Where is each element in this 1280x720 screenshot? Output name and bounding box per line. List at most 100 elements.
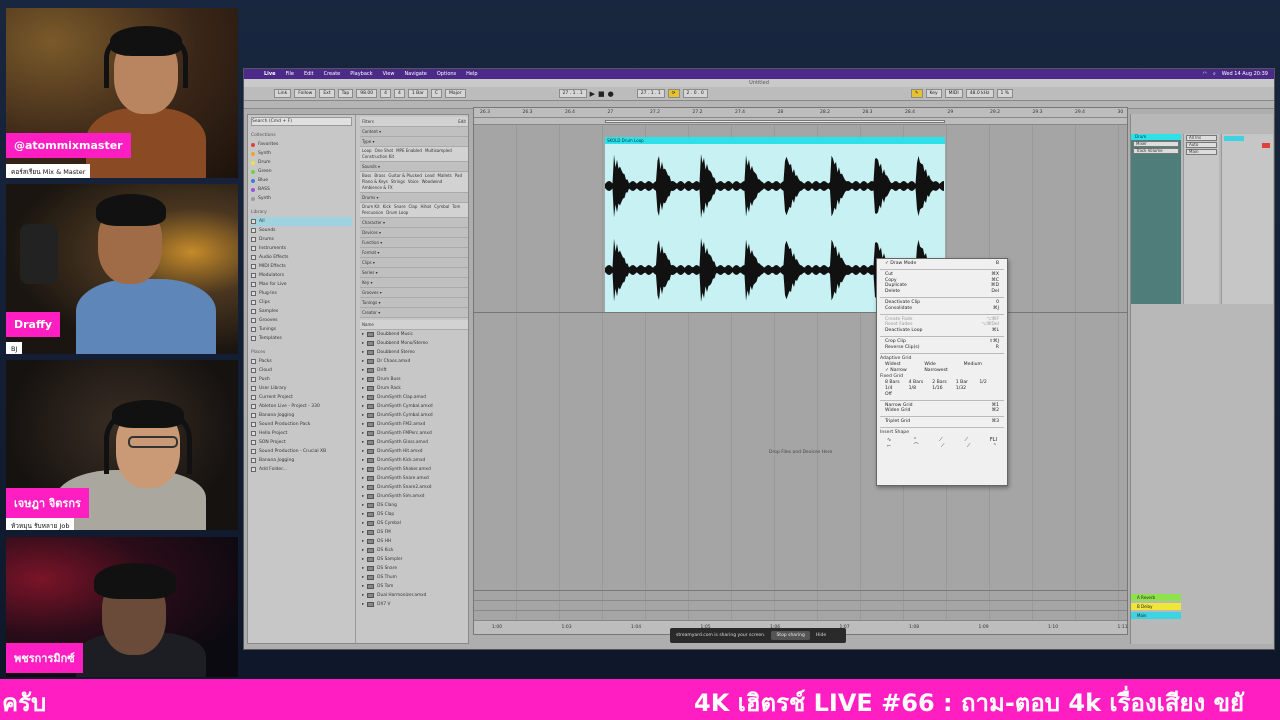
filter-tag[interactable]: Percussion (362, 210, 383, 216)
expand-arrow-icon[interactable]: ▸ (362, 420, 364, 429)
shape-icon[interactable]: ⌃ (913, 437, 917, 443)
wifi-icon[interactable]: ◠ (1203, 71, 1207, 77)
collection-item[interactable]: Green (251, 167, 352, 176)
grid-option[interactable]: Off (885, 392, 905, 398)
file-item[interactable]: ▸ DS Kick (360, 546, 468, 555)
return-track-header[interactable]: A Reverb (1131, 594, 1181, 601)
file-item[interactable]: ▸ DS Cymbal (360, 519, 468, 528)
menu-app[interactable]: Live (264, 71, 276, 77)
menu-item[interactable]: Deactivate Loop ⌘L (877, 328, 1007, 334)
filter-tag[interactable]: Drum Loop (386, 210, 408, 216)
expand-arrow-icon[interactable]: ▸ (362, 564, 364, 573)
places-item[interactable]: Packs (251, 357, 352, 366)
shape-icon[interactable]: ⟋ (964, 437, 968, 443)
library-item[interactable]: Tunings (251, 325, 352, 334)
filter-group-title[interactable]: Series ▾ (360, 268, 468, 278)
filter-tag[interactable]: Voice (408, 179, 419, 185)
file-item[interactable]: ▸ DrumSynth Cymbal.amxd (360, 402, 468, 411)
places-item[interactable]: Current Project (251, 393, 352, 402)
file-item[interactable]: ▸ Dr Chaos.amxd (360, 357, 468, 366)
stop-icon[interactable]: ■ (598, 90, 605, 98)
filter-group-title[interactable]: Tunings ▾ (360, 298, 468, 308)
expand-arrow-icon[interactable]: ▸ (362, 465, 364, 474)
file-item[interactable]: ▸ DS Thum (360, 573, 468, 582)
library-item[interactable]: Modulators (251, 271, 352, 280)
library-item[interactable]: Templates (251, 334, 352, 343)
clip-title[interactable]: SKOLD Drum Loop (605, 137, 945, 144)
places-item[interactable]: Ableton Live - Project - 330 (251, 402, 352, 411)
places-item[interactable]: Sound Production Pack (251, 420, 352, 429)
expand-arrow-icon[interactable]: ▸ (362, 330, 364, 339)
record-icon[interactable]: ● (608, 90, 614, 98)
menu-create[interactable]: Create (324, 71, 341, 77)
sends-indicator[interactable] (1224, 136, 1244, 141)
library-item[interactable]: Grooves (251, 316, 352, 325)
file-item[interactable]: ▸ DX7 V (360, 600, 468, 609)
menu-item[interactable]: Consolidate ⌘J (877, 306, 1007, 312)
filter-group-title[interactable]: Creator ▾ (360, 308, 468, 318)
expand-arrow-icon[interactable]: ▸ (362, 438, 364, 447)
expand-arrow-icon[interactable]: ▸ (362, 492, 364, 501)
file-item[interactable]: ▸ Dual Harmonizer.amxd (360, 591, 468, 600)
places-item[interactable]: Banana Jogging (251, 456, 352, 465)
menu-item[interactable]: Widen Grid ⌘2 (877, 408, 1007, 414)
menu-navigate[interactable]: Navigate (404, 71, 426, 77)
file-item[interactable]: ▸ DS HH (360, 537, 468, 546)
expand-arrow-icon[interactable]: ▸ (362, 591, 364, 600)
grid-option[interactable]: ✓ Narrow (885, 368, 920, 374)
edit-label[interactable]: Edit (458, 117, 466, 126)
shape-icon[interactable]: FLI (990, 437, 997, 443)
file-item[interactable]: ▸ DrumSynth Shaker.amxd (360, 465, 468, 474)
places-item[interactable]: Push (251, 375, 352, 384)
midi-map-button[interactable]: MIDI (944, 89, 963, 98)
expand-arrow-icon[interactable]: ▸ (362, 402, 364, 411)
file-item[interactable]: ▸ DrumSynth Clap.amxd (360, 393, 468, 402)
menu-item[interactable]: ✓ Draw Mode B (877, 261, 1007, 267)
file-item[interactable]: ▸ DrumSynth Kick.amxd (360, 456, 468, 465)
expand-arrow-icon[interactable]: ▸ (362, 600, 364, 609)
library-item[interactable]: Max for Live (251, 280, 352, 289)
file-item[interactable]: ▸ Doubbend Mono/Stereo (360, 339, 468, 348)
expand-arrow-icon[interactable]: ▸ (362, 546, 364, 555)
filter-group-title[interactable]: Type ▾ (360, 137, 468, 147)
library-item[interactable]: Plug-Ins (251, 289, 352, 298)
scale-root[interactable]: C (430, 89, 443, 98)
expand-arrow-icon[interactable]: ▸ (362, 573, 364, 582)
places-item[interactable]: Sound Production - Crucial XB (251, 447, 352, 456)
file-item[interactable]: ▸ Doubbend Music (360, 330, 468, 339)
loop-brace[interactable] (605, 120, 945, 123)
places-item[interactable]: Cloud (251, 366, 352, 375)
file-item[interactable]: ▸ DS Sampler (360, 555, 468, 564)
filter-group-title[interactable]: Grooves ▾ (360, 288, 468, 298)
filter-group-title[interactable]: Format ▾ (360, 248, 468, 258)
tempo-field[interactable]: 98.00 (356, 89, 378, 98)
filter-tag[interactable]: Tom (452, 204, 460, 210)
places-item[interactable]: Add Folder... (251, 465, 352, 474)
library-item[interactable]: Drums (251, 235, 352, 244)
ext-button[interactable]: Ext (319, 89, 335, 98)
file-item[interactable]: ▸ Drum Buss (360, 375, 468, 384)
automation-mode[interactable]: Mixer (1133, 141, 1179, 147)
expand-arrow-icon[interactable]: ▸ (362, 456, 364, 465)
filter-tag[interactable]: Clap (409, 204, 418, 210)
filter-group-title[interactable]: Function ▾ (360, 238, 468, 248)
library-item[interactable]: Sounds (251, 226, 352, 235)
shape-icon[interactable]: ⟋ (967, 443, 971, 449)
file-item[interactable]: ▸ DS Snare (360, 564, 468, 573)
filter-group-title[interactable]: Character ▾ (360, 218, 468, 228)
file-item[interactable]: ▸ DrumSynth Hit.amxd (360, 447, 468, 456)
expand-arrow-icon[interactable]: ▸ (362, 528, 364, 537)
expand-arrow-icon[interactable]: ▸ (362, 474, 364, 483)
name-column-header[interactable]: Name (360, 320, 468, 330)
shape-icon[interactable]: ⟋ (941, 443, 945, 449)
collection-item[interactable]: Blue (251, 176, 352, 185)
input-channel[interactable]: All Ins (1186, 135, 1217, 141)
menu-help[interactable]: Help (466, 71, 477, 77)
places-item[interactable]: User Library (251, 384, 352, 393)
menu-edit[interactable]: Edit (304, 71, 314, 77)
time-signature-numerator[interactable]: 4 (380, 89, 392, 98)
browser-search-input[interactable]: Search (Cmd + F) (251, 117, 352, 126)
collection-item[interactable]: Favorites (251, 140, 352, 149)
expand-arrow-icon[interactable]: ▸ (362, 519, 364, 528)
loop-start-field[interactable]: 27 . 1 . 1 (636, 89, 665, 98)
